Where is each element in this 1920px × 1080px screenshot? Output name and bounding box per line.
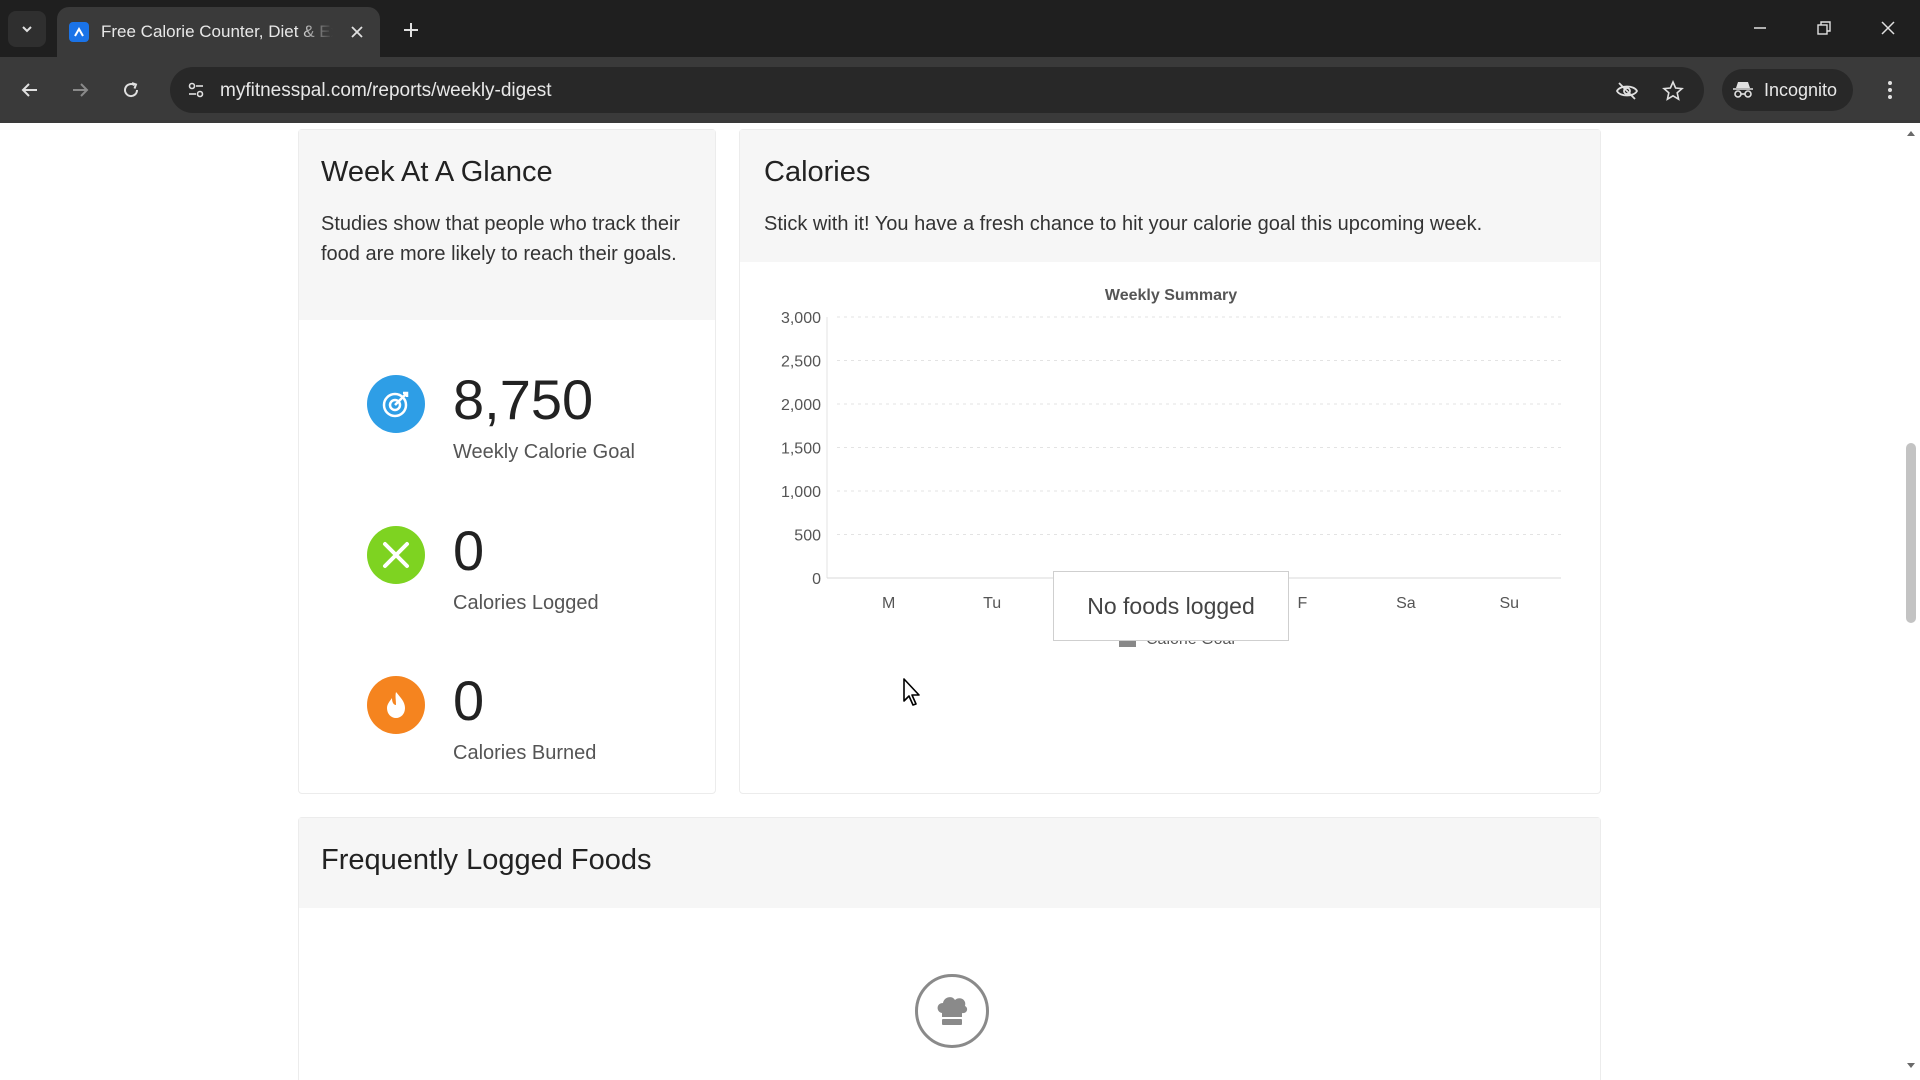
weekly-calorie-goal-label: Weekly Calorie Goal (453, 441, 635, 463)
back-button[interactable] (12, 72, 48, 108)
eye-off-icon (1615, 82, 1639, 100)
reload-icon (124, 82, 139, 98)
site-info-button[interactable] (180, 74, 212, 106)
tune-icon (188, 82, 204, 98)
kebab-menu-icon (1888, 81, 1892, 99)
y-tick-label: 2,000 (781, 397, 821, 414)
weekly-calorie-goal-value: 8,750 (453, 368, 594, 431)
weekly-summary-chart-svg: Weekly Summary 0 500 1,000 1,500 2,000 2,500 3,… (781, 287, 1561, 648)
calories-header: Calories Stick with it! You have a fresh… (740, 130, 1600, 262)
chef-hat-icon (915, 974, 989, 1048)
reload-button[interactable] (113, 72, 149, 108)
scroll-up-arrow-icon[interactable] (1905, 127, 1917, 139)
forward-button[interactable] (62, 72, 98, 108)
fork-knife-icon (367, 526, 425, 584)
incognito-label: Incognito (1764, 79, 1838, 100)
browser-tab[interactable]: Free Calorie Counter, Diet & Exercise Jo… (57, 7, 380, 57)
x-tick-label: Tu (983, 595, 1001, 612)
calories-title: Calories (764, 156, 871, 188)
address-bar[interactable]: myfitnesspal.com/reports/weekly-digest (170, 67, 1704, 113)
myfitnesspal-favicon-icon (69, 22, 89, 42)
incognito-indicator[interactable]: Incognito (1722, 69, 1854, 111)
chart-title: Weekly Summary (1105, 287, 1237, 304)
calories-logged-value: 0 (453, 519, 485, 582)
week-at-a-glance-header: Week At A Glance Studies show that peopl… (299, 130, 715, 320)
no-foods-logged-message: No foods logged (1053, 571, 1289, 641)
browser-tab-strip: Free Calorie Counter, Diet & Exercise Jo… (0, 0, 1920, 57)
browser-menu-button[interactable] (1872, 72, 1908, 108)
y-tick-label: 0 (812, 571, 821, 588)
y-tick-label: 500 (794, 528, 821, 545)
bookmark-button[interactable] (1658, 76, 1688, 106)
close-window-button[interactable] (1870, 12, 1906, 44)
y-tick-label: 3,000 (781, 310, 821, 327)
tab-close-button[interactable] (346, 21, 368, 43)
restore-button[interactable] (1806, 12, 1842, 44)
arrow-right-icon (73, 83, 89, 97)
incognito-icon (1733, 82, 1753, 98)
calories-burned-value: 0 (453, 669, 485, 732)
scrollbar-thumb[interactable] (1906, 443, 1916, 623)
restore-icon (1817, 21, 1831, 35)
page-scrollbar[interactable] (1902, 123, 1920, 1080)
minimize-icon (1754, 27, 1766, 29)
chevron-down-icon (22, 26, 32, 33)
arrow-left-icon (21, 83, 37, 97)
x-tick-label: M (882, 595, 895, 612)
week-at-a-glance-title: Week At A Glance (321, 156, 553, 188)
flame-icon (367, 676, 425, 734)
calories-burned-label: Calories Burned (453, 742, 597, 764)
week-at-a-glance-card: Week At A Glance Studies show that peopl… (298, 129, 716, 794)
url-text: myfitnesspal.com/reports/weekly-digest (220, 80, 552, 101)
plus-icon (404, 23, 418, 37)
frequently-logged-foods-title: Frequently Logged Foods (321, 844, 652, 876)
frequently-logged-foods-card: Frequently Logged Foods (298, 817, 1601, 1080)
week-at-a-glance-description: Studies show that people who track their… (321, 213, 681, 265)
weekly-summary-chart: Weekly Summary 0 500 1,000 1,500 2,000 2,500 3,… (740, 262, 1602, 795)
frequently-logged-foods-header: Frequently Logged Foods (299, 818, 1600, 908)
tab-search-button[interactable] (8, 11, 46, 47)
y-tick-label: 2,500 (781, 354, 821, 371)
star-icon (1662, 80, 1684, 101)
y-tick-label: 1,000 (781, 484, 821, 501)
x-tick-label: Sa (1396, 595, 1416, 612)
x-tick-label: Su (1499, 595, 1519, 612)
calories-card: Calories Stick with it! You have a fresh… (739, 129, 1601, 794)
browser-toolbar: myfitnesspal.com/reports/weekly-digest I… (0, 57, 1920, 123)
tab-title: Free Calorie Counter, Diet & Exercise Jo… (101, 22, 333, 41)
y-tick-label: 1,500 (781, 441, 821, 458)
close-icon (1881, 21, 1895, 35)
scroll-down-arrow-icon[interactable] (1905, 1060, 1917, 1072)
mouse-cursor-icon (903, 678, 920, 706)
new-tab-button[interactable] (396, 15, 426, 45)
calories-logged-label: Calories Logged (453, 592, 599, 614)
x-tick-label: F (1298, 595, 1308, 612)
target-icon (367, 375, 425, 433)
minimize-button[interactable] (1742, 12, 1778, 44)
calories-description: Stick with it! You have a fresh chance t… (764, 213, 1483, 235)
close-icon (351, 26, 363, 38)
page-viewport: Week At A Glance Studies show that peopl… (0, 123, 1920, 1080)
tracking-protection-button[interactable] (1612, 76, 1642, 106)
